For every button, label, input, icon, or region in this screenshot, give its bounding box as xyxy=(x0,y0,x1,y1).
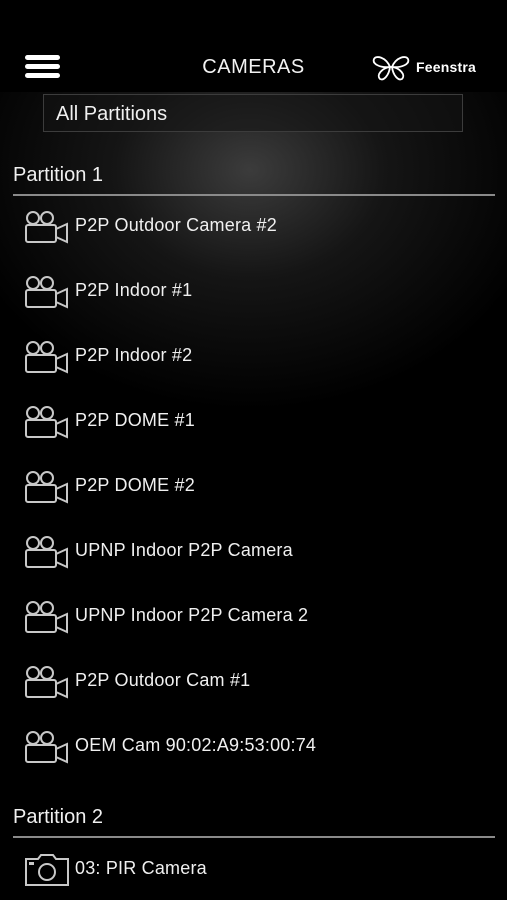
video-camera-icon xyxy=(25,276,68,309)
brand-logo: Feenstra xyxy=(372,53,476,81)
video-camera-icon xyxy=(25,406,68,439)
camera-list-item[interactable]: P2P DOME #2 xyxy=(0,459,507,515)
camera-list-item[interactable]: P2P Indoor #2 xyxy=(0,329,507,385)
cameras-screen: CAMERAS Feenstra All Partitions Partitio… xyxy=(0,0,507,900)
camera-name: UPNP Indoor P2P Camera xyxy=(75,540,293,560)
camera-name: OEM Cam 90:02:A9:53:00:74 xyxy=(75,735,317,755)
video-camera-icon xyxy=(25,731,68,764)
camera-name: P2P DOME #1 xyxy=(75,410,195,430)
camera-list-item[interactable]: 03: PIR Camera xyxy=(0,842,507,898)
video-camera-icon xyxy=(25,666,68,699)
camera-name: P2P Outdoor Cam #1 xyxy=(75,670,251,690)
partition-header: Partition 2 xyxy=(13,804,495,838)
camera-list-item[interactable]: P2P Outdoor Camera #2 xyxy=(0,199,507,255)
camera-name: P2P Indoor #2 xyxy=(75,345,193,365)
video-camera-icon xyxy=(25,211,68,244)
camera-list-item[interactable]: P2P Indoor #1 xyxy=(0,264,507,320)
camera-name: UPNP Indoor P2P Camera 2 xyxy=(75,605,309,625)
camera-list-item[interactable]: P2P Outdoor Cam #1 xyxy=(0,654,507,710)
camera-name: P2P DOME #2 xyxy=(75,475,195,495)
camera-name: P2P Indoor #1 xyxy=(75,280,193,300)
app-header: CAMERAS Feenstra xyxy=(0,0,507,92)
partition-header: Partition 1 xyxy=(13,162,495,196)
video-camera-icon xyxy=(25,536,68,569)
camera-list-item[interactable]: P2P DOME #1 xyxy=(0,394,507,450)
video-camera-icon xyxy=(25,341,68,374)
camera-list-item[interactable]: OEM Cam 90:02:A9:53:00:74 xyxy=(0,719,507,775)
partition-filter-value: All Partitions xyxy=(56,103,168,125)
camera-name: P2P Outdoor Camera #2 xyxy=(75,215,277,235)
brand-name: Feenstra xyxy=(416,59,476,75)
video-camera-icon xyxy=(25,471,68,504)
partition-title: Partition 1 xyxy=(13,164,104,186)
video-camera-icon xyxy=(25,601,68,634)
camera-list-item[interactable]: UPNP Indoor P2P Camera xyxy=(0,524,507,580)
butterfly-logo-icon xyxy=(372,56,410,81)
camera-name: 03: PIR Camera xyxy=(75,858,207,878)
partition-title: Partition 2 xyxy=(13,806,104,828)
still-camera-icon xyxy=(25,854,69,886)
partition-filter-dropdown[interactable]: All Partitions xyxy=(43,94,463,132)
camera-list-item[interactable]: UPNP Indoor P2P Camera 2 xyxy=(0,589,507,645)
